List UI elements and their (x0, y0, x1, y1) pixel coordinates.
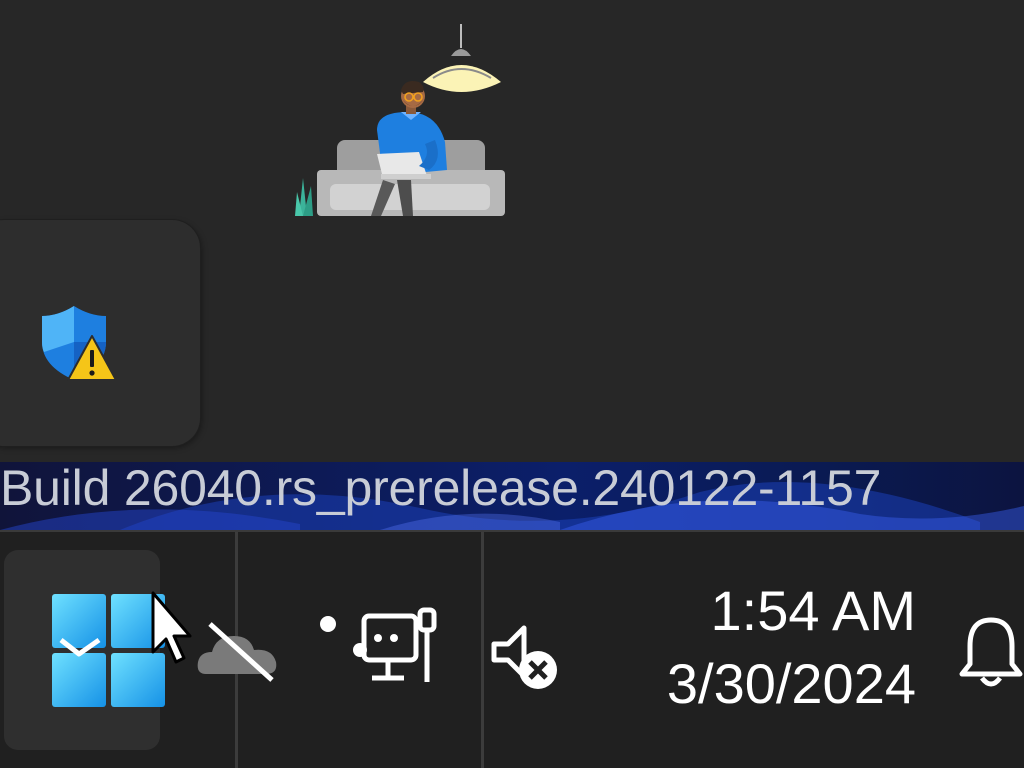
security-notification-tile[interactable] (0, 220, 200, 446)
taskbar-divider (481, 532, 484, 768)
taskbar: 1:54 AM 3/30/2024 (0, 530, 1024, 768)
mouse-cursor-icon (151, 591, 192, 664)
ethernet-disconnected-icon[interactable] (352, 602, 452, 692)
build-version-watermark: Build 26040.rs_prerelease.240122-1157 (0, 460, 882, 516)
volume-muted-icon[interactable] (488, 618, 568, 694)
person-on-couch-illustration (285, 20, 515, 225)
clock-date: 3/30/2024 (666, 652, 916, 715)
clock-time: 1:54 AM (710, 579, 916, 642)
taskbar-clock[interactable]: 1:54 AM 3/30/2024 (620, 576, 916, 722)
person-on-couch-image (295, 24, 505, 216)
screen: Build 26040.rs_prerelease.240122-1157 1:… (0, 0, 1024, 768)
bell-icon[interactable] (958, 614, 1024, 692)
windows-security-warning-icon (42, 306, 117, 381)
onedrive-offline-icon[interactable] (196, 618, 282, 682)
